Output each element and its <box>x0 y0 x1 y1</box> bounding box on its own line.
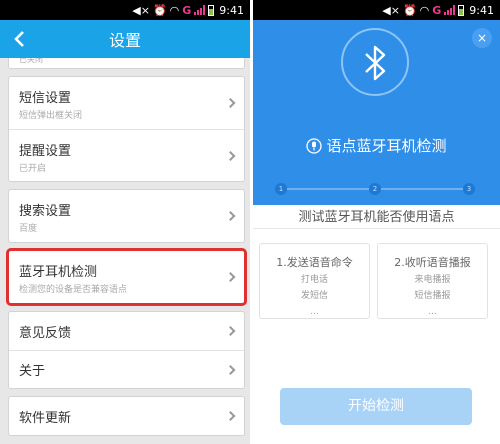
card-line: ... <box>310 307 319 317</box>
heading-text: 语点蓝牙耳机检测 <box>326 137 447 155</box>
item-subtitle: 短信弹出框关闭 <box>19 111 83 121</box>
signal-icon <box>194 5 206 15</box>
card-line: 短信播报 <box>414 291 451 301</box>
test-prompt: 测试蓝牙耳机能否使用语点 <box>298 210 455 225</box>
step-indicator: 1 2 3 <box>275 183 475 195</box>
status-time: 9:41 <box>219 3 244 17</box>
step-dot: 3 <box>463 183 475 195</box>
voice-command-card: 1.发送语音命令 打电话 发短信 ... <box>259 243 370 319</box>
card-line: 发短信 <box>300 291 328 301</box>
card-line: 打电话 <box>300 275 328 285</box>
settings-list: 已关闭 短信设置 短信弹出框关闭 提醒设置 已开启 搜索设置 百度 蓝牙耳机检测 <box>6 58 247 436</box>
reminder-settings-item[interactable]: 提醒设置 已开启 <box>9 129 244 181</box>
bluetooth-headset-test-item[interactable]: 蓝牙耳机检测 检测您的设备是否兼容语点 <box>9 251 244 303</box>
status-bar: ◀× ⏰ ◠ G 9:41 <box>0 0 250 20</box>
item-title: 关于 <box>19 364 46 379</box>
divider-line <box>253 228 500 229</box>
card-title: 2.收听语音播报 <box>394 256 471 269</box>
settings-group-highlighted: 蓝牙耳机检测 检测您的设备是否兼容语点 <box>6 248 247 306</box>
bluetooth-test-screen: ◀× ⏰ ◠ G 9:41 × 语点蓝牙耳机检测 1 2 3 测试蓝牙耳机能否使… <box>253 0 500 444</box>
sms-settings-item[interactable]: 短信设置 短信弹出框关闭 <box>9 77 244 129</box>
voice-broadcast-card: 2.收听语音播报 来电播报 短信播报 ... <box>377 243 488 319</box>
settings-group: 搜索设置 百度 <box>8 189 245 243</box>
alarm-icon: ⏰ <box>402 3 417 17</box>
settings-header: 设置 <box>0 20 250 58</box>
back-arrow-icon[interactable] <box>10 29 30 49</box>
item-title: 意见反馈 <box>19 325 72 341</box>
item-title: 短信设置 <box>19 91 72 106</box>
settings-group: 软件更新 <box>8 396 245 436</box>
chevron-right-icon <box>225 364 236 375</box>
item-title: 提醒设置 <box>19 144 72 159</box>
battery-icon <box>208 4 215 16</box>
card-line: 来电播报 <box>414 275 451 285</box>
settings-group: 短信设置 短信弹出框关闭 提醒设置 已开启 <box>8 76 245 182</box>
search-settings-item[interactable]: 搜索设置 百度 <box>9 190 244 242</box>
card-title: 1.发送语音命令 <box>276 256 353 269</box>
bluetooth-icon <box>341 28 409 96</box>
card-line: ... <box>428 307 437 317</box>
test-heading: 语点蓝牙耳机检测 <box>253 135 500 156</box>
settings-screen: ◀× ⏰ ◠ G 9:41 设置 已关闭 短信设置 短信弹出框关闭 提醒设置 已… <box>0 0 250 444</box>
mute-icon: ◀× <box>382 3 400 17</box>
wifi-icon: ◠ <box>169 3 180 17</box>
item-subtitle: 百度 <box>19 224 38 234</box>
about-item[interactable]: 关于 <box>9 350 244 388</box>
software-update-item[interactable]: 软件更新 <box>9 397 244 435</box>
test-banner: × 语点蓝牙耳机检测 1 2 3 <box>253 20 500 205</box>
start-test-button[interactable]: 开始检测 <box>280 388 472 425</box>
step-dot: 1 <box>275 183 287 195</box>
item-title: 蓝牙耳机检测 <box>19 265 98 280</box>
settings-group: 意见反馈 关于 <box>8 311 245 389</box>
status-time: 9:41 <box>469 3 494 17</box>
network-type: G <box>432 3 442 17</box>
wifi-icon: ◠ <box>419 3 430 17</box>
feedback-item[interactable]: 意见反馈 <box>9 312 244 350</box>
item-title: 搜索设置 <box>19 204 72 219</box>
network-type: G <box>182 3 192 17</box>
alarm-icon: ⏰ <box>152 3 167 17</box>
microphone-icon <box>306 137 323 154</box>
mute-icon: ◀× <box>132 3 150 17</box>
step-dot: 2 <box>369 183 381 195</box>
item-subtitle: 检测您的设备是否兼容语点 <box>19 285 128 295</box>
battery-icon <box>458 4 465 16</box>
chevron-right-icon <box>225 326 236 336</box>
chevron-right-icon <box>225 411 236 421</box>
status-bar: ◀× ⏰ ◠ G 9:41 <box>253 0 500 20</box>
cut-off-item: 已关闭 <box>8 58 245 69</box>
close-button[interactable]: × <box>472 28 492 48</box>
signal-icon <box>444 5 456 15</box>
item-title: 软件更新 <box>19 410 72 426</box>
page-title: 设置 <box>108 31 141 50</box>
item-subtitle: 已开启 <box>19 164 47 174</box>
